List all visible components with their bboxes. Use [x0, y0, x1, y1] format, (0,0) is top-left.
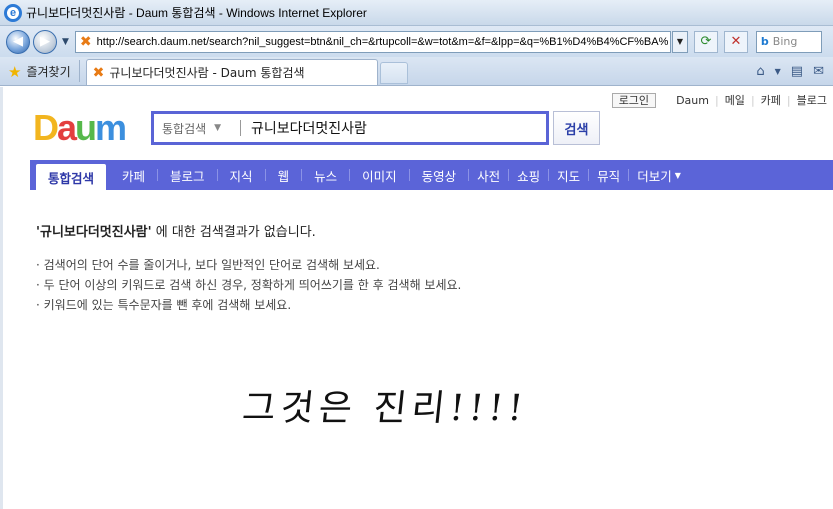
logo-letter: a: [57, 107, 77, 148]
mail-icon[interactable]: ✉: [813, 64, 824, 79]
internet-explorer-icon: e: [4, 3, 22, 22]
daum-logo[interactable]: D a u m: [33, 107, 133, 149]
tab-map[interactable]: 지도: [549, 160, 588, 190]
search-tip: · 두 단어 이상의 키워드로 검색 하신 경우, 정확하게 띄어쓰기를 한 후…: [36, 278, 462, 292]
search-tip: · 키워드에 있는 특수문자를 뺀 후에 검색해 보세요.: [36, 298, 292, 312]
search-result: '규니보다더멋진사람' 에 대한 검색결과가 없습니다. · 검색어의 단어 수…: [36, 221, 796, 315]
result-query: '규니보다더멋진사람': [36, 225, 152, 240]
browser-search-box[interactable]: b Bing: [755, 30, 822, 53]
window-title: 규니보다더멋진사람 - Daum 통합검색 - Windows Internet…: [26, 6, 367, 20]
bing-icon: b: [760, 35, 769, 48]
back-button[interactable]: ◀: [6, 29, 30, 54]
more-label: 더보기: [637, 168, 672, 184]
command-bar: ⌂ ▼ ▤ ✉: [751, 58, 833, 85]
result-message: 에 대한 검색결과가 없습니다.: [151, 225, 316, 240]
tab-web[interactable]: 웹: [266, 160, 302, 190]
search-box: 통합검색 ▼: [151, 111, 549, 145]
tab-music[interactable]: 뮤직: [589, 160, 628, 190]
tab-daum-search[interactable]: ✖ 규니보다더멋진사람 - Daum 통합검색: [85, 59, 378, 85]
favorites-star-icon: ★: [8, 62, 22, 81]
logo-letter: u: [75, 107, 97, 148]
favorites-button[interactable]: ★ 즐겨찾기: [0, 58, 79, 85]
tab-shopping[interactable]: 쇼핑: [509, 160, 548, 190]
tab-blog[interactable]: 블로그: [158, 160, 217, 190]
tab-bar: ★ 즐겨찾기 ✖ 규니보다더멋진사람 - Daum 통합검색 ⌂ ▼ ▤ ✉: [0, 57, 833, 86]
tab-images[interactable]: 이미지: [350, 160, 409, 190]
handwritten-annotation: 그것은 진리!!!!: [240, 388, 530, 429]
daum-site-icon: ✖: [79, 33, 92, 50]
util-link-cafe[interactable]: 카페: [755, 92, 787, 108]
util-link-blog[interactable]: 블로그: [791, 92, 833, 108]
tab-more[interactable]: 더보기 ▼: [629, 160, 689, 190]
favorites-label: 즐겨찾기: [26, 65, 71, 79]
search-button[interactable]: 검색: [553, 111, 600, 145]
logo-letter: D: [33, 107, 59, 148]
address-dropdown-icon[interactable]: ▼: [671, 30, 688, 53]
daum-tab-icon: ✖: [92, 64, 105, 81]
history-dropdown-icon[interactable]: ▼: [62, 37, 69, 47]
forward-button[interactable]: ▶: [33, 29, 57, 54]
window-titlebar: e 규니보다더멋진사람 - Daum 통합검색 - Windows Intern…: [0, 0, 833, 26]
tab-knowledge[interactable]: 지식: [218, 160, 265, 190]
search-scope-select[interactable]: 통합검색 ▼: [154, 120, 240, 137]
search-category-nav: 통합검색 카페 블로그 지식 웹 뉴스 이미지 동영상 사전 쇼핑 지도 뮤직 …: [30, 160, 833, 190]
tab-cafe[interactable]: 카페: [110, 160, 157, 190]
tab-dictionary[interactable]: 사전: [469, 160, 508, 190]
tab-news[interactable]: 뉴스: [302, 160, 349, 190]
address-bar[interactable]: ✖ http://search.daum.net/search?nil_sugg…: [74, 30, 671, 53]
home-dropdown-icon[interactable]: ▼: [775, 67, 781, 76]
tab-video[interactable]: 동영상: [410, 160, 469, 190]
logo-letter: m: [95, 107, 127, 148]
tab-integrated-search[interactable]: 통합검색: [36, 164, 107, 190]
tab-divider: [78, 60, 80, 82]
refresh-button[interactable]: ⟳: [693, 30, 718, 53]
utility-links: 로그인 Daum | 메일 | 카페 | 블로그: [611, 92, 833, 108]
search-divider: [240, 120, 241, 136]
feeds-icon[interactable]: ▤: [791, 64, 803, 79]
daum-search-page: 로그인 Daum | 메일 | 카페 | 블로그 D a u m 통합검색 ▼ …: [0, 87, 833, 509]
search-input[interactable]: [249, 119, 539, 137]
more-dropdown-icon: ▼: [674, 170, 681, 180]
home-icon[interactable]: ⌂: [756, 64, 764, 79]
scope-dropdown-icon: ▼: [214, 123, 222, 133]
search-tip: · 검색어의 단어 수를 줄이거나, 보다 일반적인 단어로 검색해 보세요.: [36, 258, 380, 272]
tab-title: 규니보다더멋진사람 - Daum 통합검색: [109, 66, 305, 80]
util-link-daum[interactable]: Daum: [670, 94, 715, 107]
new-tab-button[interactable]: [379, 62, 408, 84]
address-toolbar: ◀ ▶ ▼ ✖ http://search.daum.net/search?ni…: [0, 26, 833, 57]
util-link-mail[interactable]: 메일: [719, 92, 751, 108]
search-scope-label: 통합검색: [162, 121, 207, 136]
address-url[interactable]: http://search.daum.net/search?nil_sugges…: [97, 36, 669, 48]
browser-search-placeholder: Bing: [772, 35, 798, 48]
stop-button[interactable]: ✕: [723, 30, 748, 53]
login-button[interactable]: 로그인: [611, 92, 657, 108]
no-result-message: '규니보다더멋진사람' 에 대한 검색결과가 없습니다.: [36, 221, 796, 240]
